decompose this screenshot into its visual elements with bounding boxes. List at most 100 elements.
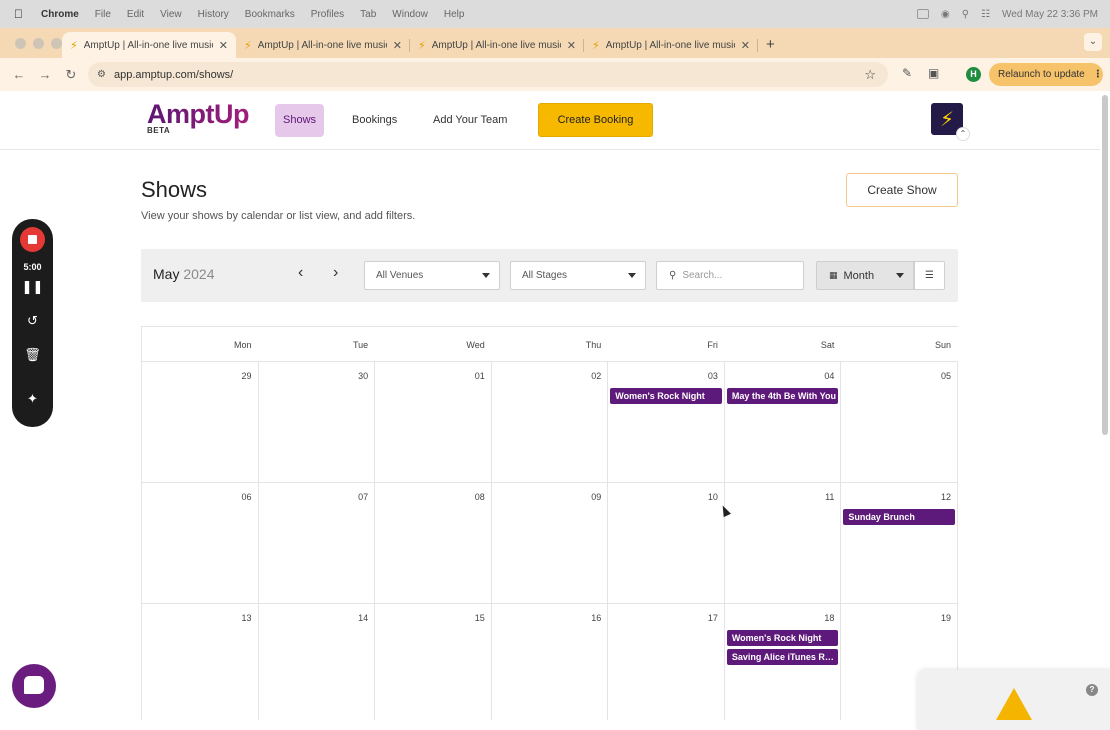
search-icon[interactable]: ⚲ xyxy=(962,9,969,20)
day-number: 16 xyxy=(591,613,602,623)
relaunch-button[interactable]: Relaunch to update ⋮ xyxy=(989,63,1103,86)
create-show-button[interactable]: Create Show xyxy=(846,173,958,207)
view-select[interactable]: ▦ Month xyxy=(816,261,914,290)
previous-month-icon[interactable]: ‹ xyxy=(298,264,303,282)
browser-tab-4[interactable]: ⚡ AmptUp | All-in-one live music ✕ xyxy=(584,32,758,58)
day-number: 30 xyxy=(358,371,369,381)
apple-icon[interactable]:  xyxy=(14,7,23,21)
close-tab-icon[interactable]: ✕ xyxy=(741,39,750,52)
calendar-week: 13 14 15 16 17 18 Women's Rock Night Saving Ali… xyxy=(142,604,958,720)
chat-launcher-button[interactable] xyxy=(12,664,56,708)
menu-help[interactable]: Help xyxy=(444,9,465,20)
calendar-day-cell[interactable]: 12 Sunday Brunch xyxy=(841,483,958,603)
more-menu-icon[interactable]: ⋮ xyxy=(1093,69,1103,80)
search-input[interactable] xyxy=(682,270,793,281)
show-event[interactable]: Women's Rock Night xyxy=(610,388,722,404)
stages-select[interactable]: All Stages xyxy=(510,261,646,290)
minimize-window-button[interactable] xyxy=(33,38,44,49)
weekday-header: Mon Tue Wed Thu Fri Sat Sun xyxy=(142,327,958,362)
menu-profiles[interactable]: Profiles xyxy=(311,9,344,20)
calendar-day-cell[interactable]: 09 xyxy=(492,483,609,603)
next-month-icon[interactable]: › xyxy=(333,264,338,282)
nav-bookings[interactable]: Bookings xyxy=(344,104,405,137)
day-number: 04 xyxy=(824,371,835,381)
nav-add-your-team[interactable]: Add Your Team xyxy=(425,104,515,137)
calendar-day-cell[interactable]: 02 xyxy=(492,362,609,482)
calendar-day-cell[interactable]: 13 xyxy=(142,604,259,720)
control-center-icon[interactable]: ☷ xyxy=(981,9,990,20)
close-tab-icon[interactable]: ✕ xyxy=(393,39,402,52)
calendar-day-cell[interactable]: 03 Women's Rock Night xyxy=(608,362,725,482)
show-event[interactable]: Saving Alice iTunes Release xyxy=(726,649,839,665)
new-tab-icon[interactable]: + xyxy=(766,36,775,53)
battery-icon[interactable] xyxy=(916,9,929,19)
menu-bookmarks[interactable]: Bookmarks xyxy=(245,9,295,20)
calendar-day-cell[interactable]: 11 xyxy=(725,483,842,603)
calendar-day-cell[interactable]: 14 xyxy=(259,604,376,720)
page-scrollbar[interactable] xyxy=(1102,95,1108,435)
forward-icon[interactable]: → xyxy=(38,67,52,82)
browser-tab-2[interactable]: ⚡ AmptUp | All-in-one live music ✕ xyxy=(236,32,410,58)
lightning-icon: ⚡ xyxy=(70,39,78,52)
venues-select[interactable]: All Venues xyxy=(364,261,500,290)
tab-search-icon[interactable]: ⌄ xyxy=(1084,33,1102,51)
url-text[interactable]: app.amptup.com/shows/ xyxy=(114,69,233,81)
search-field[interactable]: ⚲ xyxy=(656,261,804,290)
calendar-day-cell[interactable]: 08 xyxy=(375,483,492,603)
list-view-button[interactable]: ☰ xyxy=(914,261,945,290)
calendar-day-cell[interactable]: 17 xyxy=(608,604,725,720)
address-bar[interactable]: ⚙ app.amptup.com/shows/ ☆ xyxy=(88,62,888,87)
close-tab-icon[interactable]: ✕ xyxy=(567,39,576,52)
clock[interactable]: Wed May 22 3:36 PM xyxy=(1002,9,1098,20)
menu-edit[interactable]: Edit xyxy=(127,9,144,20)
calendar-day-cell[interactable]: 10 xyxy=(608,483,725,603)
calendar-day-cell[interactable]: 01 xyxy=(375,362,492,482)
menu-file[interactable]: File xyxy=(95,9,111,20)
calendar-weeks: 29 30 01 02 03 Women's Rock Night 04 May the 4t… xyxy=(142,362,958,720)
calendar-day-cell[interactable]: 07 xyxy=(259,483,376,603)
restart-icon[interactable]: ↺ xyxy=(12,313,53,329)
show-event[interactable]: Sunday Brunch xyxy=(843,509,955,525)
pause-icon[interactable]: ❚❚ xyxy=(12,279,53,295)
bookmark-star-icon[interactable]: ☆ xyxy=(864,67,876,83)
app-header: AmptUp BETA Shows Bookings Add Your Team… xyxy=(0,91,1100,150)
calendar-day-cell[interactable]: 29 xyxy=(142,362,259,482)
pen-icon[interactable]: ✎ xyxy=(902,66,912,80)
close-tab-icon[interactable]: ✕ xyxy=(219,39,228,52)
help-icon[interactable]: ? xyxy=(1086,684,1098,696)
amptup-logo[interactable]: AmptUp BETA xyxy=(147,99,249,135)
back-icon[interactable]: ← xyxy=(12,67,26,82)
chevron-up-icon[interactable]: ⌃ xyxy=(956,127,970,141)
calendar-day-cell[interactable]: 15 xyxy=(375,604,492,720)
stop-recording-button[interactable] xyxy=(20,227,45,252)
menu-view[interactable]: View xyxy=(160,9,182,20)
calendar-day-cell[interactable]: 30 xyxy=(259,362,376,482)
show-event[interactable]: May the 4th Be With You xyxy=(726,388,839,404)
filter-bar: May 2024 ‹ › All Venues All Stages ⚲ ▦ M… xyxy=(141,249,958,302)
site-settings-icon[interactable]: ⚙ xyxy=(97,69,106,80)
day-number: 15 xyxy=(474,613,485,623)
browser-tab-1[interactable]: ⚡ AmptUp | All-in-one live music ✕ xyxy=(62,32,236,58)
calendar-day-cell[interactable]: 05 xyxy=(841,362,958,482)
effects-icon[interactable]: ✦ xyxy=(12,391,53,407)
browser-tab-3[interactable]: ⚡ AmptUp | All-in-one live music ✕ xyxy=(410,32,584,58)
menu-app[interactable]: Chrome xyxy=(41,9,79,20)
calendar-day-cell[interactable]: 06 xyxy=(142,483,259,603)
close-window-button[interactable] xyxy=(15,38,26,49)
day-number: 14 xyxy=(358,613,369,623)
reload-icon[interactable]: ↻ xyxy=(64,67,78,83)
maximize-window-button[interactable] xyxy=(51,38,62,49)
trash-icon[interactable]: 🗑 xyxy=(12,347,53,363)
calendar-day-cell[interactable]: 04 May the 4th Be With You xyxy=(725,362,842,482)
menu-window[interactable]: Window xyxy=(392,9,428,20)
show-event[interactable]: Women's Rock Night xyxy=(726,630,839,646)
extensions-icon[interactable]: ▣ xyxy=(928,66,939,80)
profile-avatar[interactable]: H xyxy=(966,67,981,82)
menu-history[interactable]: History xyxy=(198,9,229,20)
create-booking-button[interactable]: Create Booking xyxy=(538,103,653,137)
nav-shows[interactable]: Shows xyxy=(275,104,325,137)
menu-tab[interactable]: Tab xyxy=(360,9,376,20)
calendar-day-cell[interactable]: 16 xyxy=(492,604,609,720)
calendar-day-cell[interactable]: 18 Women's Rock Night Saving Alice iTunes … xyxy=(725,604,842,720)
wifi-icon[interactable]: ◉ xyxy=(941,9,950,20)
